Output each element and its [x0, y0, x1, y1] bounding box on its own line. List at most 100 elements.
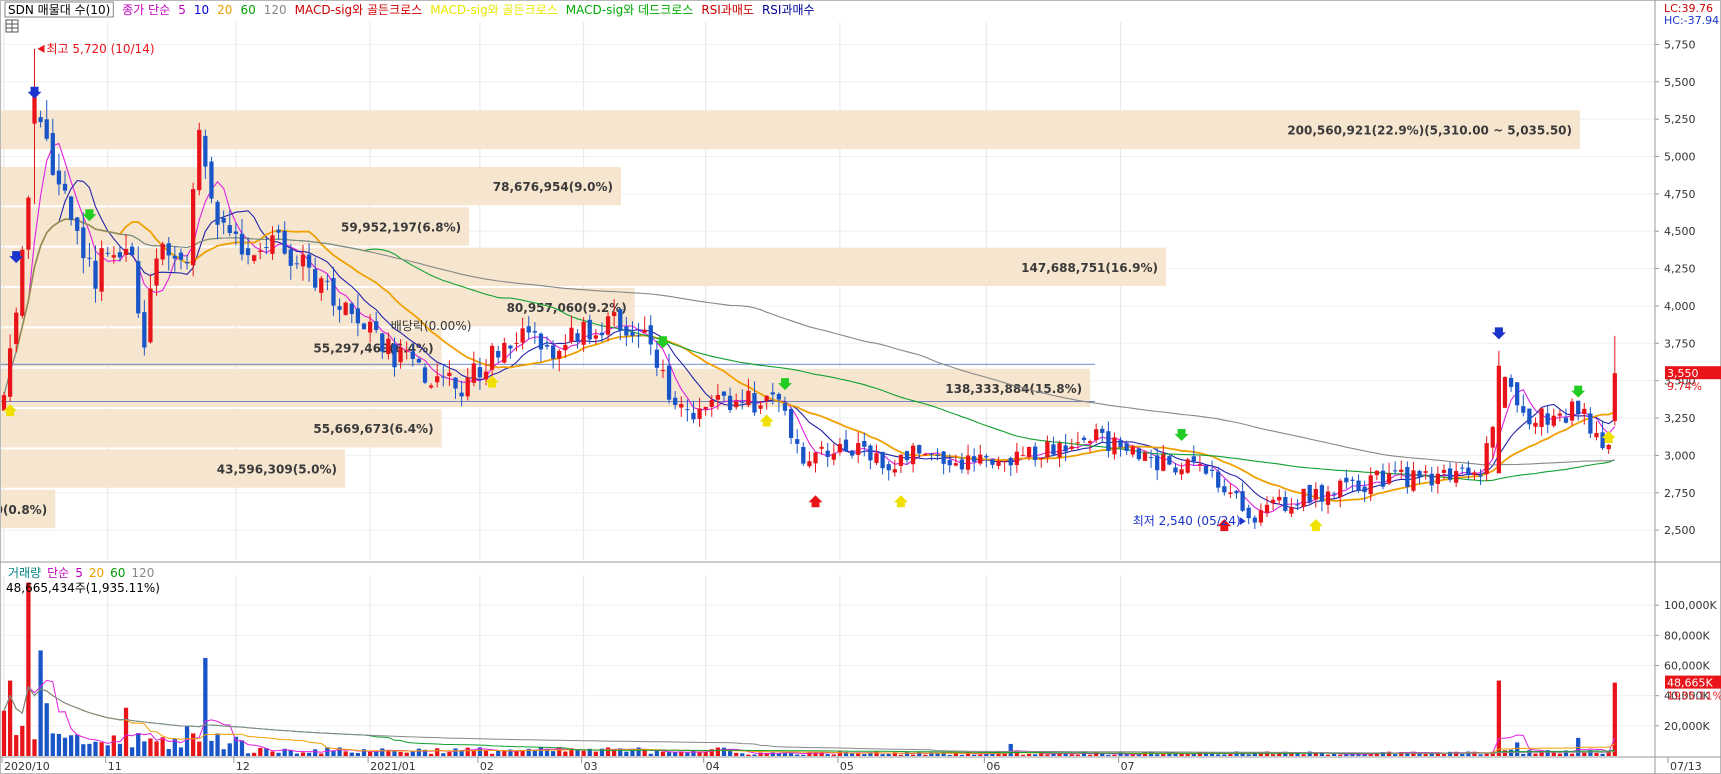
- candle-body: [1155, 455, 1160, 471]
- candle-body: [1094, 429, 1099, 441]
- candle-body: [32, 96, 37, 124]
- low-annotation: 최저 2,540 (05/24): [1133, 514, 1241, 528]
- signal-arrow-icon: [27, 86, 42, 99]
- candle-body: [453, 377, 458, 389]
- candle-body: [105, 252, 110, 254]
- candle-body: [868, 445, 873, 461]
- volume-bar: [300, 752, 306, 756]
- candle-body: [191, 189, 196, 266]
- candle-body: [111, 255, 116, 258]
- candle-body: [1350, 479, 1355, 481]
- candle-body: [1454, 471, 1459, 483]
- candle-body: [514, 342, 519, 344]
- candle-body: [1289, 507, 1294, 514]
- volume-bar: [435, 748, 440, 756]
- signal-arrow-icon: [893, 495, 908, 508]
- volume-tick-label: 80,000K: [1664, 629, 1710, 642]
- candle-body: [575, 333, 580, 342]
- volume-bar: [923, 754, 928, 756]
- candle-body: [62, 183, 68, 191]
- price-legend-item: RSI과매도: [701, 3, 754, 17]
- volume-bar: [38, 650, 43, 756]
- volume-bar: [1020, 754, 1026, 756]
- volume-bar: [715, 747, 721, 756]
- candle-body: [227, 225, 232, 234]
- candle-body: [1063, 445, 1068, 452]
- candle-body: [1264, 504, 1270, 513]
- candle-body: [404, 349, 409, 351]
- candle-body: [1161, 454, 1166, 471]
- candle-body: [1460, 467, 1465, 469]
- candle-body: [1203, 465, 1209, 474]
- price-tick-label: 4,000: [1664, 300, 1696, 313]
- candle-body: [1551, 415, 1556, 426]
- volume-bar: [1191, 753, 1196, 756]
- candle-body: [740, 401, 745, 403]
- candle-body: [776, 394, 782, 400]
- volume-bar: [1008, 743, 1013, 756]
- volume-bar: [355, 752, 361, 756]
- candle-body: [361, 323, 367, 330]
- candle-body: [569, 327, 574, 342]
- candle-body: [642, 329, 647, 333]
- high-arrow-icon: [37, 44, 45, 53]
- volume-bar: [1069, 754, 1074, 756]
- volume-bar: [319, 753, 324, 756]
- candle-body: [874, 453, 879, 464]
- volume-bar: [245, 753, 251, 756]
- candle-body: [337, 306, 342, 310]
- candle-body: [160, 243, 165, 260]
- candle-body: [276, 229, 281, 233]
- candle-body: [1228, 492, 1233, 495]
- candle-body: [136, 261, 141, 314]
- candle-body: [270, 235, 275, 254]
- candle-body: [367, 321, 373, 333]
- volume-bar: [1484, 753, 1489, 756]
- candle-body: [496, 351, 501, 358]
- volume-bar: [20, 725, 25, 756]
- volume-bar: [160, 737, 165, 756]
- volume-bar: [1301, 754, 1306, 756]
- volume-bar: [1594, 752, 1599, 756]
- volume-badge-pct: 1935.11%: [1667, 690, 1721, 703]
- price-badge-pct: 9.74%: [1667, 380, 1702, 393]
- candle-body: [1216, 471, 1221, 488]
- candle-body: [605, 316, 611, 335]
- candle-body: [996, 460, 1001, 466]
- volume-bar: [1075, 754, 1081, 756]
- volume-bar: [197, 741, 202, 756]
- volume-bar: [50, 733, 55, 756]
- volume-bar: [1033, 754, 1038, 756]
- candle-body: [1033, 446, 1038, 461]
- candle-body: [20, 249, 25, 316]
- candle-body: [117, 252, 123, 258]
- volume-bar: [178, 747, 184, 756]
- chart-canvas[interactable]: 6,774,650(0.8%) 43,596,309(5.0%) 55,669,67…: [0, 0, 1721, 774]
- candle-body: [447, 372, 452, 376]
- candle-body: [380, 333, 385, 352]
- candle-body: [807, 461, 812, 467]
- candle-body: [1051, 444, 1056, 455]
- candle-body: [929, 453, 934, 455]
- candle-body: [1222, 486, 1227, 493]
- candle-body: [843, 439, 849, 452]
- candle-body: [1039, 457, 1044, 460]
- candle-body: [1173, 467, 1178, 473]
- candle-body: [788, 408, 794, 438]
- candle-body: [422, 367, 428, 383]
- volume-bar: [1496, 680, 1502, 756]
- volume-bar: [746, 754, 751, 756]
- volume-bar: [538, 747, 544, 756]
- candle-body: [435, 376, 440, 383]
- candle-body: [416, 359, 422, 363]
- candle-body: [374, 321, 379, 331]
- volume-bar: [825, 754, 830, 756]
- volume-bar: [605, 747, 611, 756]
- candle-body: [1539, 408, 1544, 428]
- candle-body: [1069, 446, 1074, 449]
- candle-body: [209, 161, 214, 199]
- price-tick-label: 4,500: [1664, 225, 1696, 238]
- high-annotation: 최고 5,720 (10/14): [47, 42, 155, 56]
- price-legend-item: SDN 매물대 수(10): [8, 3, 110, 17]
- volume-bar: [636, 747, 641, 756]
